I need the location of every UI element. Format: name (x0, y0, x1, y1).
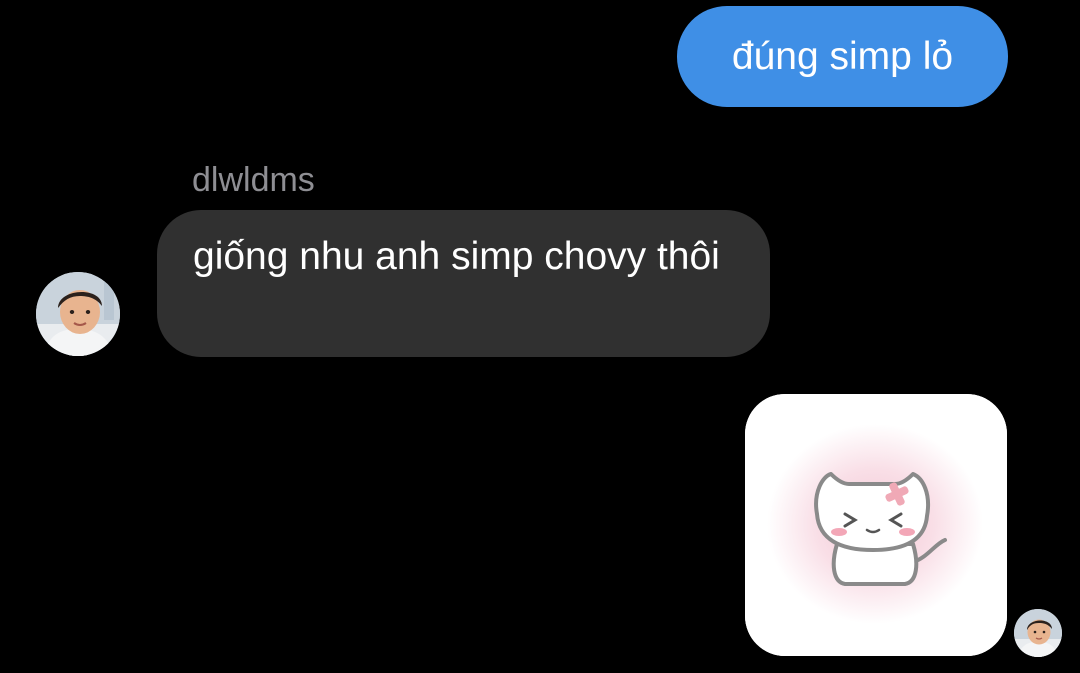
incoming-message-text: giống nhu anh simp chovy thôi (193, 235, 720, 278)
chat-thread: đúng simp lỏ dlwldms giống nhu anh simp … (0, 0, 1080, 673)
incoming-message-bubble[interactable]: giống nhu anh simp chovy thôi (157, 210, 770, 357)
outgoing-message-bubble[interactable]: đúng simp lỏ (677, 6, 1008, 107)
sticker-message[interactable] (745, 394, 1007, 656)
avatar-photo-icon (1014, 609, 1062, 657)
sender-name: dlwldms (192, 161, 315, 199)
sender-avatar[interactable] (36, 272, 120, 356)
avatar-photo-icon (36, 272, 120, 356)
own-avatar[interactable] (1014, 609, 1062, 657)
crying-cat-sticker-icon (745, 394, 1007, 656)
outgoing-message-text: đúng simp lỏ (731, 35, 954, 78)
